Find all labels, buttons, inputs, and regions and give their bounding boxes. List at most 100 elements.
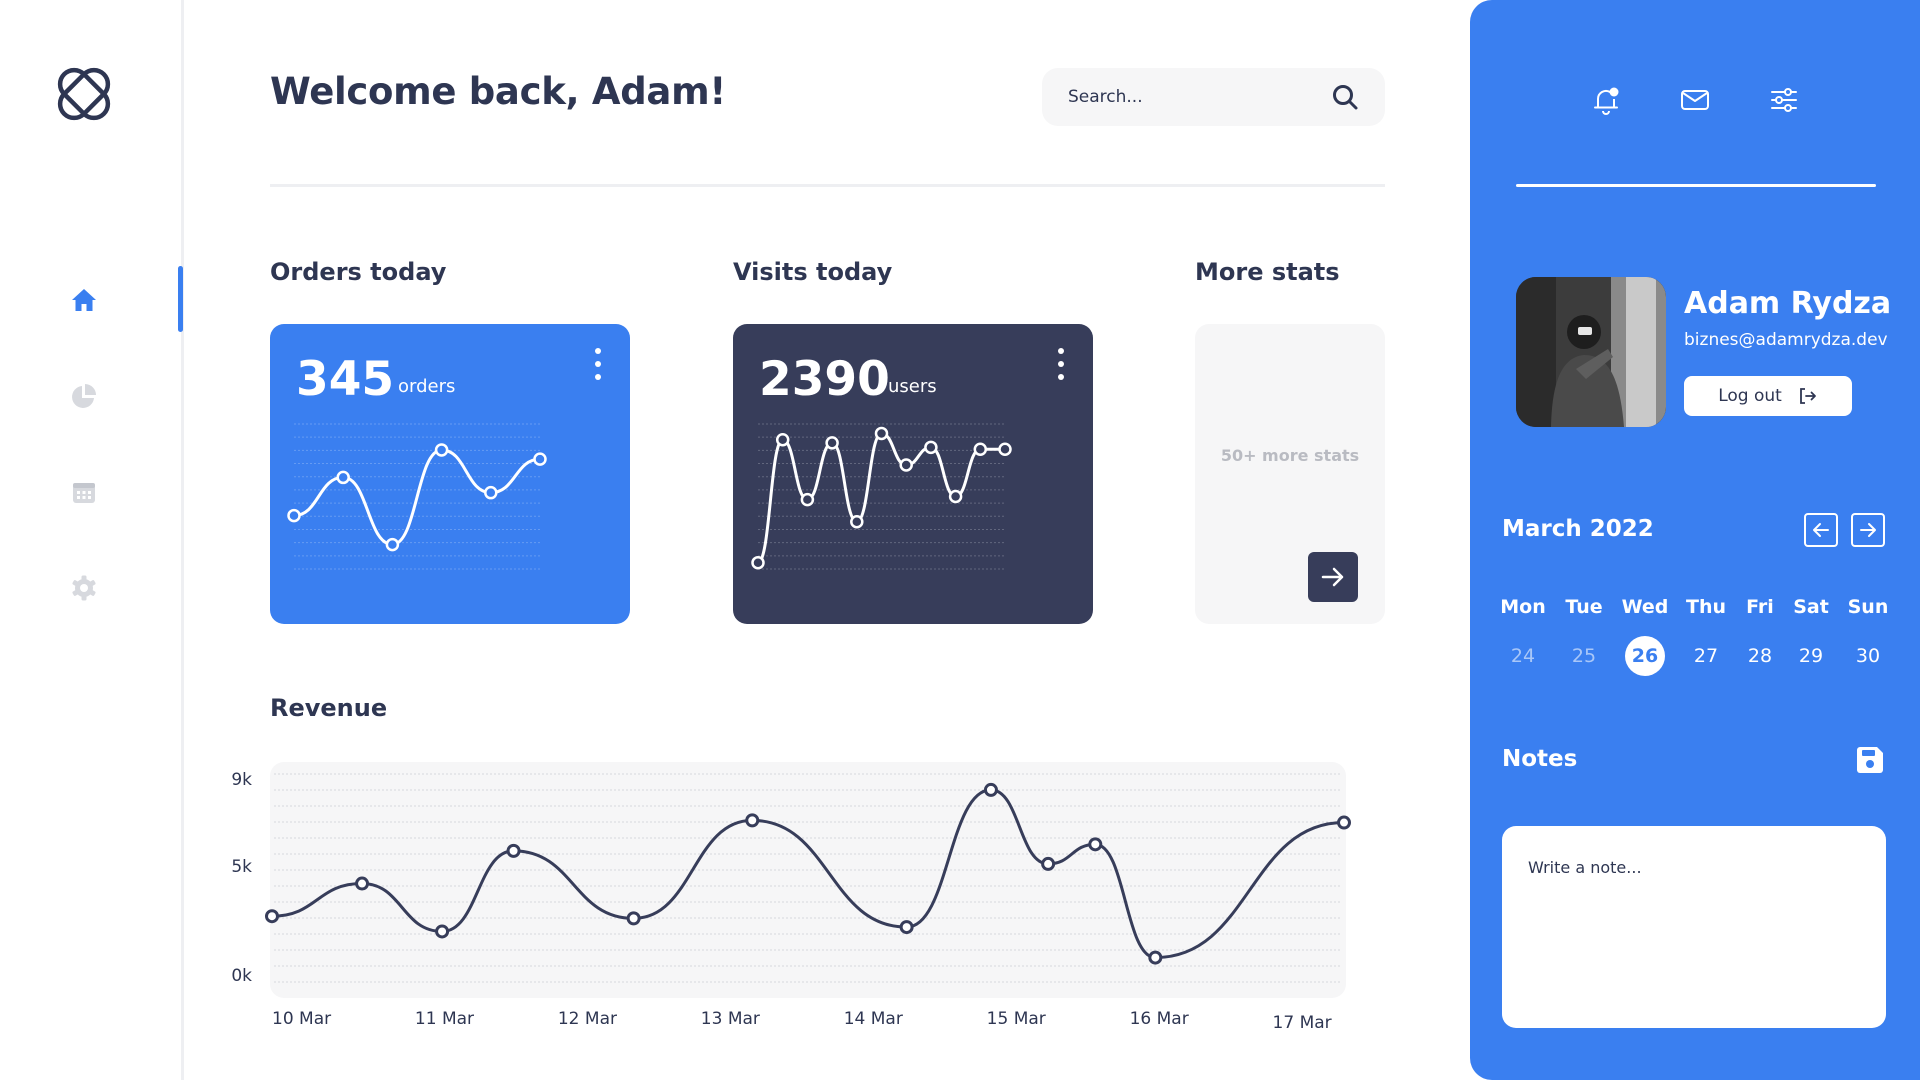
data-point [1088,837,1103,852]
sliders-icon[interactable] [1768,84,1800,116]
y-tick-label: 9k [231,770,252,790]
data-point [899,920,914,935]
notes-title: Notes [1502,746,1578,772]
avatar-photo [1516,277,1666,427]
data-point [484,485,498,500]
calendar-prev-button[interactable] [1804,513,1838,547]
profile-name: Adam Rydza [1684,286,1892,321]
series-line [756,431,1005,565]
calendar-day[interactable]: 29 [1781,636,1841,676]
active-nav-indicator [178,266,183,332]
data-point [533,452,547,466]
arrow-right-icon [1860,523,1876,537]
data-point [983,782,998,797]
revenue-chart: 9k 5k 0k 10 Mar 11 Mar 12 Mar 13 Mar 14 Mar 15 M… [231,762,1351,1033]
x-tick-label: 17 Mar [1273,1013,1332,1033]
data-point [434,443,449,457]
data-point [800,492,815,507]
calendar-icon [73,483,95,503]
sidebar [0,0,184,1080]
right-panel: Adam Rydza biznes@adamrydza.dev Log out … [1470,0,1920,1080]
data-point [825,436,839,450]
plot-area [270,762,1346,998]
logout-icon [1799,388,1816,404]
data-point [1337,815,1351,830]
sidebar-item-stats[interactable] [68,380,100,412]
calendar-day[interactable]: 27 [1676,636,1736,676]
data-point [1041,856,1056,871]
data-point [850,514,864,529]
save-icon[interactable] [1854,744,1886,776]
data-point [998,442,1012,456]
data-point [924,440,938,455]
pie-chart-icon [72,384,96,408]
arrow-left-icon [1813,523,1829,537]
x-tick-label: 16 Mar [1130,1009,1189,1029]
data-point [1148,950,1163,965]
data-point [506,843,521,858]
x-tick-label: 10 Mar [272,1009,331,1029]
search-icon[interactable] [1331,83,1359,111]
more-stats-card[interactable]: 50+ more stats [1195,324,1385,624]
weekday-label: Thu [1685,596,1726,618]
calendar-day[interactable]: 30 [1838,636,1898,676]
visits-card[interactable]: 2390 users [733,324,1093,624]
x-tick-label: 13 Mar [701,1009,760,1029]
data-point [435,924,450,939]
search-bar[interactable] [1042,68,1385,126]
avatar[interactable] [1516,277,1666,427]
visits-menu-icon[interactable] [1057,348,1065,380]
calendar-day-today[interactable]: 26 [1625,636,1665,676]
x-tick-label: 15 Mar [987,1009,1046,1029]
bell-icon[interactable] [1590,84,1622,116]
header-divider [270,184,1385,187]
calendar-day[interactable]: 25 [1554,636,1614,676]
more-stats-button[interactable] [1308,552,1358,602]
data-point [973,442,988,456]
data-point [874,426,889,441]
data-point [336,470,350,485]
x-tick-label: 11 Mar [415,1009,474,1029]
profile-email: biznes@adamrydza.dev [1684,330,1888,350]
data-point [626,911,641,926]
sidebar-item-home[interactable] [68,284,100,316]
data-point [948,489,963,504]
data-point [355,876,370,891]
data-point [287,508,301,523]
panel-divider [1516,184,1876,187]
weekday-label: Tue [1565,596,1603,618]
data-point [745,813,760,828]
logo-icon[interactable] [50,60,118,128]
orders-unit: orders [398,376,456,397]
home-icon [72,289,96,311]
orders-title: Orders today [270,258,447,286]
data-point [751,555,765,570]
sidebar-item-settings[interactable] [68,572,100,604]
calendar-title: March 2022 [1502,516,1654,542]
orders-card[interactable]: 345 orders [270,324,630,624]
logout-button[interactable]: Log out [1684,376,1852,416]
orders-menu-icon[interactable] [594,348,602,380]
calendar-day[interactable]: 24 [1493,636,1553,676]
notes-box [1502,826,1886,1028]
orders-value: 345 [296,352,395,407]
weekday-label: Wed [1621,596,1669,618]
visits-value: 2390 [759,352,890,407]
visits-unit: users [888,376,937,397]
weekday-label: Mon [1500,596,1546,618]
notes-input[interactable] [1528,858,1860,996]
more-stats-label: 50+ more stats [1220,446,1360,465]
revenue-title: Revenue [270,694,388,722]
x-tick-label: 14 Mar [844,1009,903,1029]
calendar-next-button[interactable] [1851,513,1885,547]
gear-icon [72,575,96,601]
y-tick-label: 0k [231,966,252,986]
sidebar-item-calendar[interactable] [68,476,100,508]
data-point [775,433,790,447]
weekday-label: Sat [1793,596,1829,618]
mail-icon[interactable] [1679,84,1711,116]
page-title: Welcome back, Adam! [270,70,726,113]
search-input[interactable] [1068,87,1331,107]
y-tick-label: 5k [231,857,252,877]
data-point [265,909,279,924]
